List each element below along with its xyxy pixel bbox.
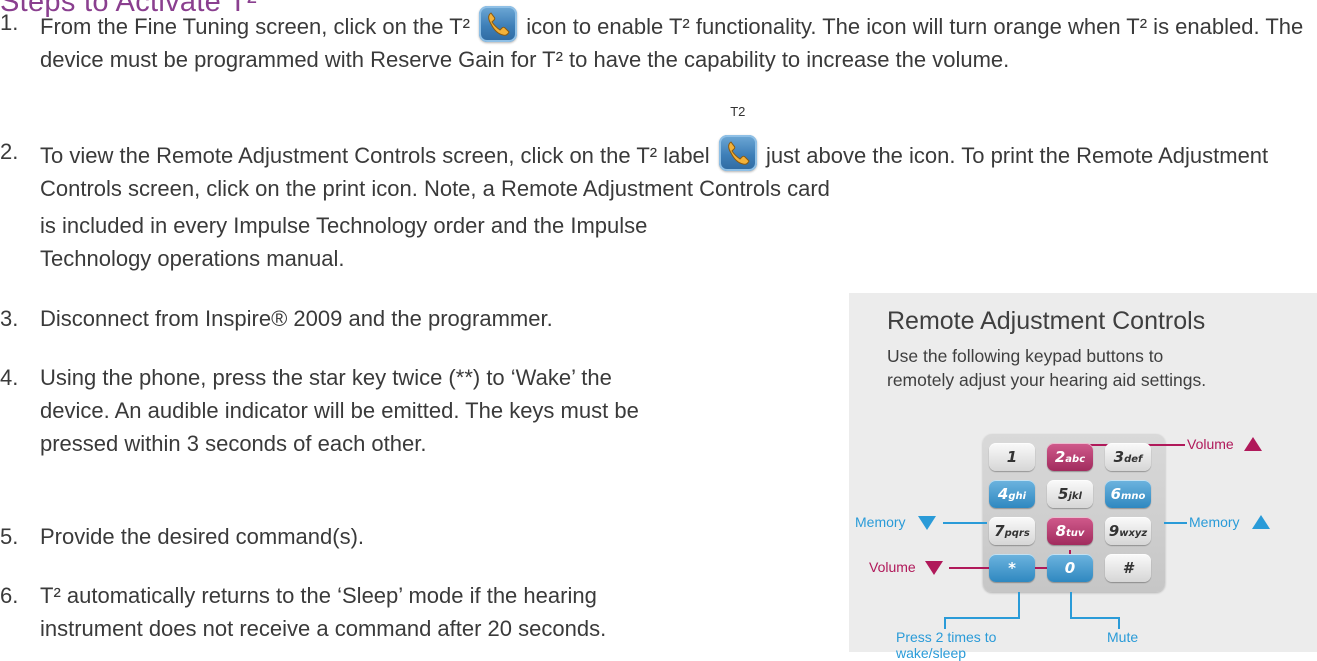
wake-sleep-callout-line: Press 2 times to	[896, 629, 997, 645]
mute-connector-h	[1070, 617, 1120, 619]
key-digit: 8	[1055, 522, 1066, 540]
key-digit: 1	[1006, 448, 1018, 466]
wake-sleep-callout: Press 2 times to wake/sleep	[896, 629, 996, 661]
step-text: Disconnect from Inspire® 2009 and the pr…	[40, 306, 553, 331]
key-digit: 5	[1058, 485, 1069, 503]
card-subtitle-line: Use the following keypad buttons to	[887, 346, 1164, 366]
key-5: 5jkl	[1047, 480, 1093, 508]
step-2-line: Technology operations manual.	[40, 246, 345, 271]
key-letters: mno	[1121, 491, 1146, 502]
t2-phone-button[interactable]: T2	[718, 105, 757, 171]
key-3: 3def	[1105, 443, 1151, 471]
memory-down-icon	[918, 516, 936, 530]
key-digit: *	[1008, 559, 1016, 577]
phone-icon[interactable]	[479, 6, 518, 42]
card-title: Remote Adjustment Controls	[887, 307, 1206, 335]
key-digit: 3	[1113, 448, 1125, 466]
key-letters: def	[1124, 454, 1143, 465]
step-text: To view the Remote Adjustment Controls s…	[40, 143, 710, 168]
memory-up-connector	[1164, 522, 1187, 524]
key-6: 6mno	[1105, 480, 1151, 508]
remote-adjustment-card: Remote Adjustment Controls Use the follo…	[849, 293, 1317, 661]
wake-sleep-callout-line: wake/sleep	[896, 645, 967, 661]
memory-down-callout: Memory	[855, 514, 906, 530]
mute-connector-tick	[1118, 617, 1120, 629]
volume-up-callout: Volume	[1187, 436, 1234, 452]
t2-label[interactable]: T2	[719, 105, 757, 118]
key-digit: 6	[1110, 485, 1121, 503]
key-0: 0	[1047, 554, 1093, 582]
key-letters: pqrs	[1004, 528, 1030, 539]
step-number: 5.	[0, 524, 19, 549]
step-line: device. An audible indicator will be emi…	[40, 398, 639, 423]
phone-icon[interactable]	[718, 135, 757, 171]
step-number: 4.	[0, 365, 19, 390]
key-digit: 2	[1054, 448, 1066, 466]
card-subtitle: Use the following keypad buttons to remo…	[887, 344, 1206, 392]
step-6: 6. T² automatically returns to the ‘Slee…	[0, 579, 606, 645]
key-7: 7pqrs	[989, 517, 1035, 545]
memory-up-callout: Memory	[1189, 514, 1240, 530]
step-line: instrument does not receive a command af…	[40, 616, 607, 641]
key-9: 9wxyz	[1105, 517, 1151, 545]
wake-connector-h	[944, 617, 1020, 619]
step-2: 2. To view the Remote Adjustment Control…	[0, 105, 1317, 205]
key-digit: 9	[1108, 522, 1120, 540]
step-2-line: is included in every Impulse Technology …	[40, 213, 648, 238]
key-letters: ghi	[1008, 491, 1027, 502]
step-3: 3. Disconnect from Inspire® 2009 and the…	[0, 302, 553, 335]
t2-phone-button[interactable]: T2	[479, 6, 518, 42]
key-digit: 7	[994, 522, 1005, 540]
key-letters: tuv	[1066, 528, 1085, 539]
step-number: 2.	[0, 139, 19, 164]
step-line: pressed within 3 seconds of each other.	[40, 431, 427, 456]
key-4: 4ghi	[989, 480, 1035, 508]
key-letters: abc	[1065, 454, 1086, 465]
key-hash: #	[1105, 554, 1151, 582]
memory-up-icon	[1252, 515, 1270, 529]
step-number: 6.	[0, 583, 19, 608]
step-text: Provide the desired command(s).	[40, 524, 365, 549]
key-digit: 0	[1064, 559, 1076, 577]
wake-connector-tick	[944, 617, 946, 629]
key-star: *	[989, 554, 1035, 582]
key-8: 8tuv	[1047, 517, 1093, 545]
memory-down-connector	[943, 522, 987, 524]
step-5: 5. Provide the desired command(s).	[0, 520, 364, 553]
key-letters: jkl	[1068, 491, 1082, 502]
key-digit: 4	[997, 485, 1009, 503]
key-1: 1	[989, 443, 1035, 471]
step-text: From the Fine Tuning screen, click on th…	[40, 14, 470, 39]
key-2: 2abc	[1047, 443, 1093, 471]
step-number: 3.	[0, 306, 19, 331]
step-line: Using the phone, press the star key twic…	[40, 365, 612, 390]
mute-connector-v	[1070, 592, 1072, 619]
volume-up-icon	[1244, 437, 1262, 451]
step-number: 1.	[0, 10, 19, 35]
wake-connector-v	[1018, 592, 1020, 619]
card-subtitle-line: remotely adjust your hearing aid setting…	[887, 370, 1207, 390]
step-4: 4. Using the phone, press the star key t…	[0, 361, 639, 460]
key-letters: wxyz	[1119, 528, 1148, 539]
volume-down-callout: Volume	[869, 559, 916, 575]
key-digit: #	[1122, 559, 1134, 577]
step-1: 1. From the Fine Tuning screen, click on…	[0, 6, 1317, 76]
step-line: T² automatically returns to the ‘Sleep’ …	[40, 583, 597, 608]
mute-callout: Mute	[1107, 629, 1139, 645]
volume-down-icon	[925, 561, 943, 575]
